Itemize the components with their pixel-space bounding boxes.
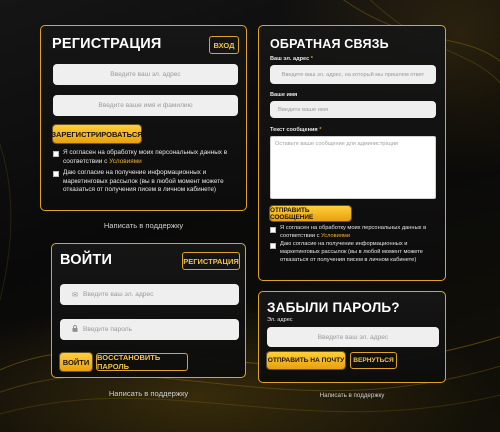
register-name-placeholder: Введите ваше имя и фамилию bbox=[98, 102, 193, 109]
forgot-submit-button[interactable]: ОТПРАВИТЬ НА ПОЧТУ bbox=[267, 352, 345, 369]
restore-password-button[interactable]: ВОССТАНОВИТЬ ПАРОЛЬ bbox=[96, 353, 188, 371]
feedback-name-input[interactable]: Введите ваше имя bbox=[270, 101, 436, 118]
login-email-input[interactable]: ✉ Введите ваш эл. адрес bbox=[60, 284, 239, 305]
login-title: ВОЙТИ bbox=[60, 252, 113, 268]
feedback-email-input[interactable]: Введите ваш эл. адрес, на который мы при… bbox=[270, 65, 436, 84]
register-name-input[interactable]: Введите ваше имя и фамилию bbox=[53, 95, 238, 116]
feedback-email-label: Ваш эл. адрес * bbox=[270, 56, 313, 62]
login-email-placeholder: Введите ваш эл. адрес bbox=[83, 291, 154, 298]
feedback-submit-button[interactable]: ОТПРАВИТЬ СООБЩЕНИЕ bbox=[270, 206, 351, 221]
feedback-email-placeholder: Введите ваш эл. адрес, на который мы при… bbox=[281, 71, 425, 78]
register-email-input[interactable]: Введите ваш эл. адрес bbox=[53, 64, 238, 85]
marketing-text: Даю согласие на получение информационных… bbox=[63, 169, 224, 194]
envelope-icon: ✉ bbox=[72, 291, 78, 299]
register-consent-terms: Я согласен на обработку моих персональны… bbox=[53, 149, 238, 166]
login-support-link[interactable]: Написать в поддержку bbox=[51, 389, 246, 398]
feedback-marketing-checkbox[interactable] bbox=[270, 242, 276, 249]
register-submit-button[interactable]: ЗАРЕГИСТРИРОВАТЬСЯ bbox=[51, 125, 143, 143]
login-submit-button[interactable]: ВОЙТИ bbox=[60, 353, 92, 371]
lock-icon bbox=[70, 325, 80, 334]
feedback-message-textarea[interactable]: Оставьте ваше сообщение для администраци… bbox=[270, 136, 436, 199]
forgot-email-label: Эл. адрес bbox=[267, 317, 293, 323]
register-link-button[interactable]: РЕГИСТРАЦИЯ bbox=[182, 252, 240, 270]
login-panel: ВОЙТИ РЕГИСТРАЦИЯ ✉ Введите ваш эл. адре… bbox=[51, 243, 246, 378]
feedback-message-placeholder: Оставьте ваше сообщение для администраци… bbox=[275, 141, 399, 147]
forgot-panel: ЗАБЫЛИ ПАРОЛЬ? Эл. адрес Введите ваш эл.… bbox=[258, 291, 446, 383]
feedback-consent-terms: Я согласен на обработку моих персональны… bbox=[270, 225, 440, 241]
forgot-email-input[interactable]: Введите ваш эл. адрес bbox=[267, 327, 439, 347]
forgot-back-button[interactable]: ВЕРНУТЬСЯ bbox=[350, 352, 397, 369]
forgot-support-link[interactable]: Написать в поддержку bbox=[258, 392, 446, 399]
forgot-title: ЗАБЫЛИ ПАРОЛЬ? bbox=[267, 300, 400, 315]
register-title: РЕГИСТРАЦИЯ bbox=[52, 36, 162, 52]
register-consent-marketing: Даю согласие на получение информационных… bbox=[53, 169, 238, 195]
register-support-link[interactable]: Написать в поддержку bbox=[40, 221, 247, 230]
feedback-marketing-text: Даю согласие на получение информационных… bbox=[280, 241, 423, 263]
feedback-panel: ОБРАТНАЯ СВЯЗЬ Ваш эл. адрес * Введите в… bbox=[258, 25, 446, 281]
login-link-button[interactable]: ВХОД bbox=[209, 36, 239, 54]
feedback-title: ОБРАТНАЯ СВЯЗЬ bbox=[270, 37, 389, 51]
register-panel: РЕГИСТРАЦИЯ ВХОД Введите ваш эл. адрес В… bbox=[40, 25, 247, 211]
feedback-message-label: Текст сообщения * bbox=[270, 127, 322, 133]
feedback-name-label: Ваше имя bbox=[270, 92, 298, 98]
marketing-checkbox[interactable] bbox=[53, 170, 59, 177]
terms-text: Я согласен на обработку моих персональны… bbox=[63, 149, 228, 165]
forgot-email-placeholder: Введите ваш эл. адрес bbox=[317, 333, 389, 341]
terms-link[interactable]: Условиями bbox=[109, 158, 142, 165]
feedback-name-placeholder: Введите ваше имя bbox=[278, 106, 329, 113]
terms-checkbox[interactable] bbox=[53, 150, 59, 157]
login-password-placeholder: Введите пароль bbox=[83, 326, 133, 333]
login-password-input[interactable]: Введите пароль bbox=[60, 319, 239, 340]
register-email-placeholder: Введите ваш эл. адрес bbox=[110, 71, 181, 78]
feedback-terms-text: Я согласен на обработку моих персональны… bbox=[280, 225, 427, 239]
feedback-consent-marketing: Даю согласие на получение информационных… bbox=[270, 241, 440, 264]
feedback-terms-checkbox[interactable] bbox=[270, 226, 276, 233]
feedback-terms-link[interactable]: Условиями bbox=[321, 233, 350, 239]
